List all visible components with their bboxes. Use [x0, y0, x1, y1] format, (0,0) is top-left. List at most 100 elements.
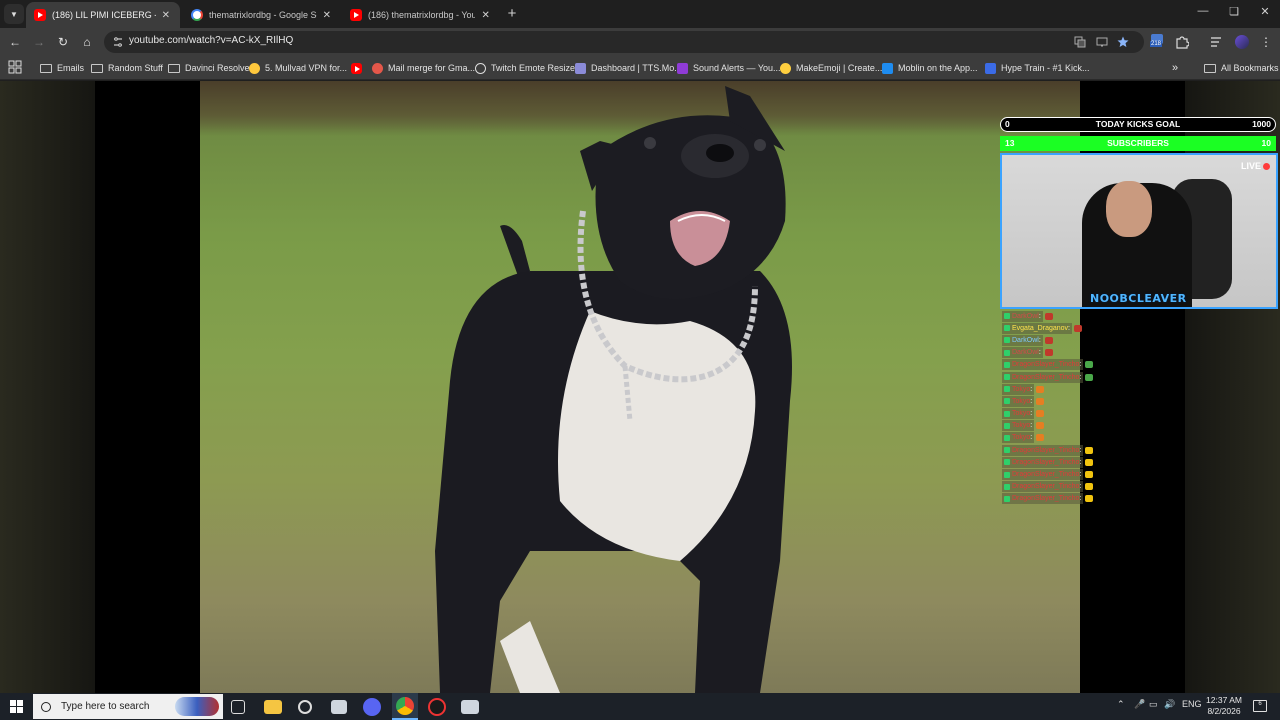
file-explorer-icon[interactable] [264, 700, 282, 714]
app-generic-icon[interactable] [461, 700, 479, 714]
bookmark-hype-train[interactable]: Hype Train - #1 Kick... [985, 60, 1090, 76]
close-tab-icon[interactable]: ✕ [321, 10, 333, 21]
profile-avatar[interactable] [1235, 35, 1249, 49]
chat-badge-icon [1004, 434, 1010, 441]
bookmark-davinci-resolve[interactable]: Davinci Resolve [168, 60, 250, 76]
translate-icon[interactable] [1074, 36, 1086, 48]
bookmark-youtube[interactable] [351, 60, 367, 76]
bookmark-tts-dashboard[interactable]: Dashboard | TTS.Mo... [575, 60, 682, 76]
chat-separator: : [1079, 446, 1082, 454]
chat-separator: : [1079, 373, 1082, 381]
chat-emote-icon [1085, 483, 1094, 491]
all-bookmarks-button[interactable]: All Bookmarks [1204, 60, 1279, 76]
home-button[interactable]: ⌂ [79, 34, 95, 50]
extension-badge-icon[interactable]: 218 [1149, 33, 1165, 51]
notification-count: 6 [1258, 701, 1262, 707]
chat-badge-icon [1004, 374, 1010, 381]
apps-grid-icon[interactable] [8, 60, 22, 74]
chat-message-body: DragonSlayer_Tincho : [1002, 371, 1084, 383]
chat-username: DragonSlayer_Tincho [1012, 483, 1080, 491]
chat-message: DragonSlayer_Tincho : [1002, 493, 1122, 505]
reload-button[interactable]: ↻ [55, 34, 71, 50]
bookmark-label: Emails [57, 63, 85, 73]
chat-badge-icon [1004, 361, 1010, 368]
chat-message: DragonSlayer_Tincho : [1002, 359, 1122, 371]
chat-separator: : [1030, 397, 1033, 405]
app-ring-icon[interactable] [298, 700, 312, 714]
minimize-button[interactable]: — [1188, 5, 1218, 17]
bookmark-star-icon[interactable] [1117, 36, 1129, 48]
chat-message: DarkOwl : [1002, 310, 1122, 322]
extensions-puzzle-icon[interactable] [1175, 35, 1189, 49]
chat-badge-icon [1004, 422, 1010, 429]
close-window-button[interactable]: ✕ [1250, 5, 1280, 18]
chat-badge-icon [1004, 398, 1010, 405]
webcam-streamer-head [1106, 181, 1152, 237]
tab-youtube-channel[interactable]: (186) thematrixlordbg - YouTu ✕ [342, 2, 500, 28]
bookmark-label: Hype Train - #1 Kick... [1001, 63, 1090, 73]
chat-badge-icon [1004, 337, 1010, 344]
appstore-icon [882, 62, 893, 74]
notifications-icon[interactable]: 6 [1253, 700, 1267, 712]
app-window-icon[interactable] [331, 700, 347, 714]
new-tab-button[interactable]: + [503, 5, 521, 23]
chat-message-body: DragonSlayer_Tincho : [1002, 481, 1084, 493]
discord-icon[interactable] [363, 698, 381, 716]
system-clock[interactable]: 12:37 AM 8/2/2026 [1200, 695, 1248, 717]
bookmark-random-stuff[interactable]: Random Stuff [91, 60, 163, 76]
bookmark-twitch-emote-resizer[interactable]: Twitch Emote Resizer [475, 60, 578, 76]
dog-illustration [435, 86, 792, 693]
chat-emote-icon [1085, 446, 1094, 454]
media-controls-icon[interactable] [1210, 35, 1224, 49]
microphone-icon[interactable]: 🎤 [1134, 699, 1145, 710]
chat-separator: : [1079, 495, 1082, 503]
taskbar-search-box[interactable]: Type here to search [33, 694, 223, 719]
tab-title: thematrixlordbg - Google Sear [209, 10, 317, 20]
volume-icon[interactable]: 🔊 [1164, 699, 1175, 710]
chat-overlay: DarkOwl : Evgata_Draganov : DarkOwl : DarkO… [1002, 310, 1122, 505]
tab-google-search[interactable]: thematrixlordbg - Google Sear ✕ [183, 2, 341, 28]
bookmark-moblin[interactable]: Moblin on the App... [882, 60, 978, 76]
start-button-windows-icon[interactable] [10, 700, 23, 713]
site-info-icon[interactable] [112, 36, 124, 48]
folder-icon [1204, 63, 1216, 73]
chat-username: Tokyo [1012, 422, 1031, 430]
forward-button[interactable]: → [31, 34, 47, 50]
bookmark-emails[interactable]: Emails [40, 60, 84, 76]
chat-separator: : [1079, 458, 1082, 466]
restore-button[interactable]: ❏ [1219, 5, 1249, 18]
chat-separator: : [1038, 336, 1041, 344]
emoji-icon [780, 62, 791, 74]
close-tab-icon[interactable]: ✕ [160, 10, 172, 21]
chrome-taskbar-button[interactable] [392, 693, 418, 720]
close-tab-icon[interactable]: ✕ [479, 10, 492, 21]
tab-lil-pimi[interactable]: (186) LIL PIMI ICEBERG - Yo ✕ [26, 2, 180, 28]
chat-message-body: DragonSlayer_Tincho : [1002, 469, 1084, 481]
chat-username: DragonSlayer_Tincho [1012, 458, 1080, 466]
chat-message-body: DarkOwl : [1002, 310, 1043, 322]
back-button[interactable]: ← [7, 34, 23, 50]
bookmarks-overflow-button[interactable]: » [1172, 60, 1178, 76]
menu-kebab-icon[interactable]: ⋮ [1258, 34, 1274, 50]
subs-target: 10 [1261, 138, 1271, 148]
tab-search-button[interactable]: ▼ [4, 4, 24, 24]
subs-title: SUBSCRIBERS [1107, 138, 1169, 148]
bookmark-label: Moblin on the App... [898, 63, 978, 73]
chat-emote-icon [1036, 397, 1045, 405]
address-bar[interactable]: youtube.com/watch?v=AC-kX_RIlHQ [104, 31, 1144, 53]
tray-overflow-icon[interactable]: ⌃ [1117, 699, 1125, 710]
chat-badge-icon [1004, 459, 1010, 466]
soundalerts-icon [677, 62, 688, 74]
cast-icon[interactable] [1096, 36, 1108, 48]
chat-message-body: Tokyo : [1002, 395, 1035, 407]
bookmark-makeemoji[interactable]: MakeEmoji | Create... [780, 60, 882, 76]
bookmark-mullvad[interactable]: 5. Mullvad VPN for... [249, 60, 347, 76]
goal-target: 1000 [1252, 119, 1271, 129]
bookmark-sound-alerts[interactable]: Sound Alerts — You... [677, 60, 781, 76]
chevron-down-icon: ▼ [10, 9, 18, 19]
task-view-icon[interactable] [231, 700, 245, 714]
obs-icon[interactable] [428, 698, 446, 716]
bookmark-mail-merge[interactable]: Mail merge for Gma... [372, 60, 475, 76]
language-indicator[interactable]: ENG [1182, 699, 1202, 709]
network-icon[interactable]: ▭ [1149, 699, 1158, 710]
